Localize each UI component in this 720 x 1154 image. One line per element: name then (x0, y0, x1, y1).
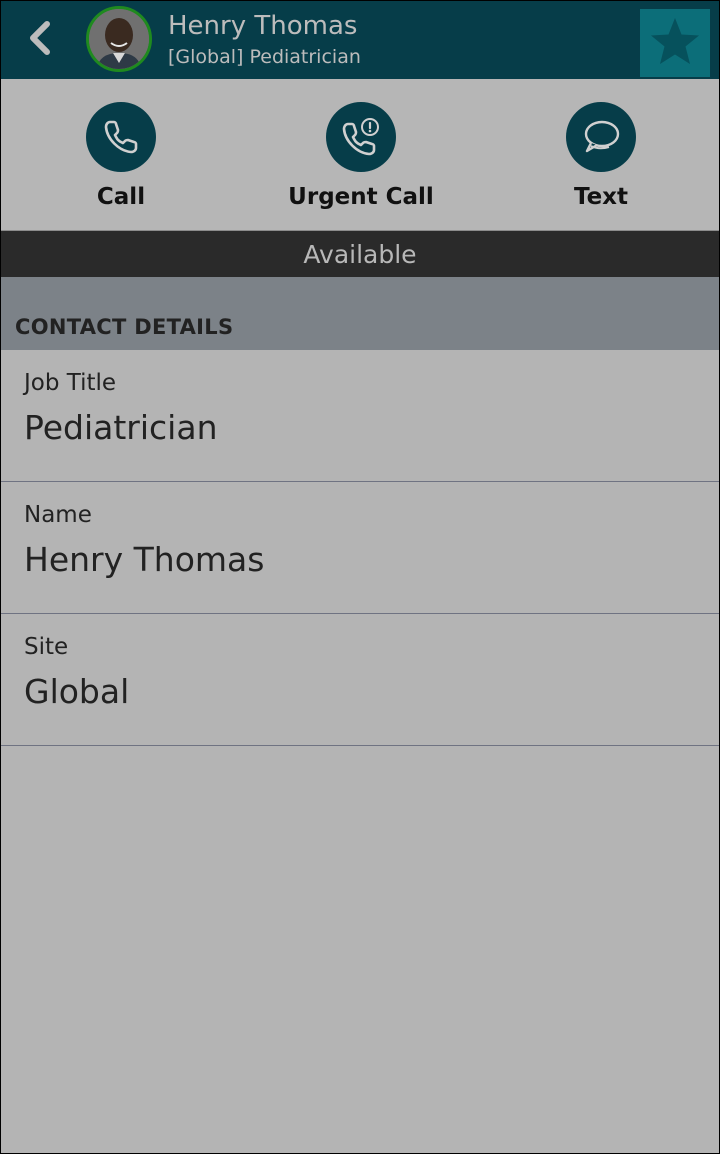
detail-value: Pediatrician (24, 408, 218, 447)
detail-value: Global (24, 672, 130, 711)
detail-row-name: Name Henry Thomas (1, 482, 719, 614)
star-icon (649, 16, 701, 70)
action-bar: Call Urgent Call Text (1, 79, 719, 231)
contact-name: Henry Thomas (168, 11, 358, 41)
contact-header: Henry Thomas [Global] Pediatrician (1, 1, 719, 79)
section-title: CONTACT DETAILS (15, 315, 234, 339)
text-button[interactable]: Text (501, 102, 701, 210)
chevron-left-icon (25, 18, 55, 62)
call-label: Call (96, 184, 146, 210)
urgent-call-button[interactable]: Urgent Call (261, 102, 461, 210)
detail-row-site: Site Global (1, 614, 719, 746)
contact-details-header: CONTACT DETAILS (1, 277, 719, 350)
availability-status: Available (1, 231, 719, 277)
favorite-button[interactable] (640, 9, 710, 77)
detail-row-job-title: Job Title Pediatrician (1, 350, 719, 482)
contact-screen: Henry Thomas [Global] Pediatrician Call (0, 0, 720, 1154)
detail-value: Henry Thomas (24, 540, 265, 579)
urgent-phone-icon (326, 102, 396, 172)
detail-label: Site (24, 634, 69, 660)
detail-label: Job Title (24, 370, 117, 396)
phone-icon (86, 102, 156, 172)
detail-label: Name (24, 502, 92, 528)
back-button[interactable] (15, 13, 65, 67)
urgent-call-label: Urgent Call (288, 184, 434, 210)
chat-bubbles-icon (566, 102, 636, 172)
text-label: Text (573, 184, 629, 210)
avatar (86, 6, 152, 72)
contact-subtitle: [Global] Pediatrician (168, 46, 361, 68)
availability-text: Available (303, 239, 417, 269)
call-button[interactable]: Call (21, 102, 221, 210)
